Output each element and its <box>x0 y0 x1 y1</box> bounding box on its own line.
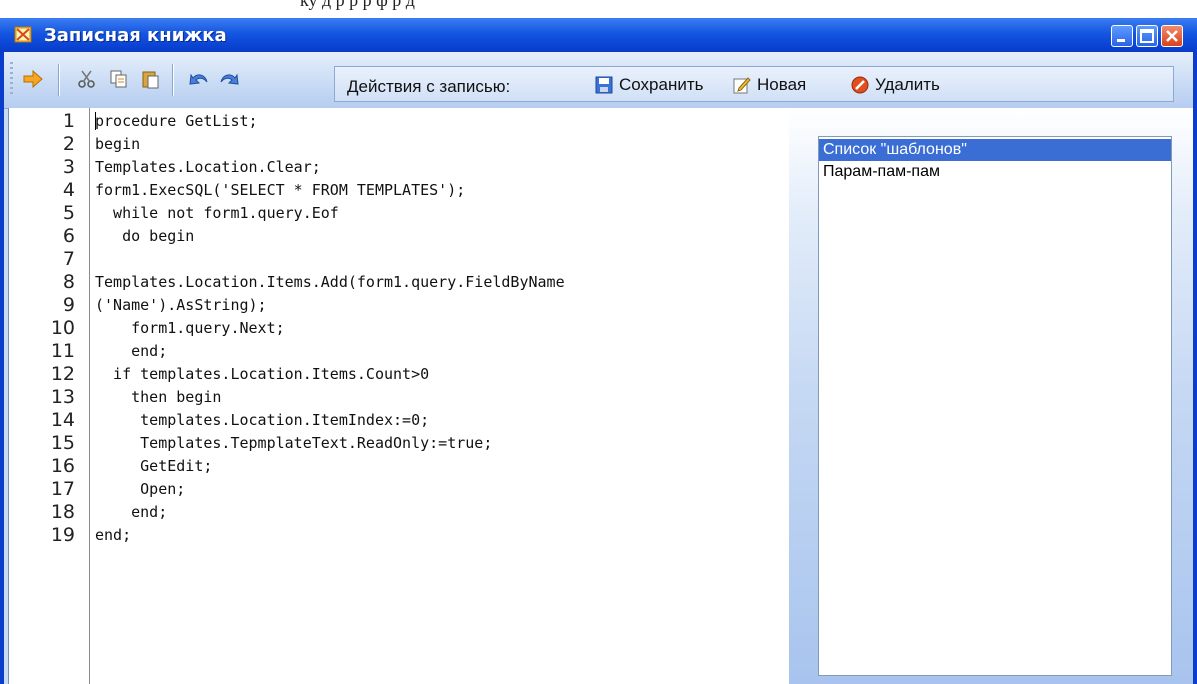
line-number: 8 <box>62 271 75 293</box>
paste-button[interactable] <box>138 66 164 92</box>
code-line: Templates.Location.Items.Add(form1.query… <box>95 273 565 291</box>
line-number: 6 <box>62 225 75 247</box>
code-editor[interactable]: 1 2 3 4 5 6 7 8 9 10 11 12 13 14 15 16 1… <box>8 108 790 684</box>
line-number: 19 <box>50 524 75 546</box>
copy-icon <box>110 70 127 88</box>
code-line: ('Name').AsString); <box>95 296 267 314</box>
line-number: 12 <box>50 363 75 385</box>
save-icon <box>595 76 613 94</box>
new-label: Новая <box>757 75 807 94</box>
line-number: 4 <box>62 179 75 201</box>
paste-icon <box>142 71 159 89</box>
code-line: end; <box>95 342 168 360</box>
undo-icon <box>189 73 208 85</box>
code-line: Templates.Location.Clear; <box>95 158 321 176</box>
code-line: Templates.TepmplateText.ReadOnly:=true; <box>95 434 493 452</box>
template-list-pane: Список "шаблонов" Парам-пам-пам <box>789 108 1193 684</box>
toolbar-grip[interactable] <box>10 62 13 96</box>
code-line: form1.query.Next; <box>95 319 285 337</box>
window-title: Записная книжка <box>44 25 227 46</box>
line-number: 7 <box>62 248 75 270</box>
toolbar-separator <box>172 64 174 96</box>
code-line: form1.ExecSQL('SELECT * FROM TEMPLATES')… <box>95 181 466 199</box>
code-line: end; <box>95 526 132 544</box>
notebook-window: Записная книжка Действия с записью: Сохр… <box>0 18 1197 684</box>
maximize-button[interactable] <box>1136 25 1158 47</box>
new-note-icon <box>733 77 751 94</box>
template-listbox[interactable]: Список "шаблонов" Парам-пам-пам <box>818 136 1172 676</box>
code-line: do begin <box>95 227 195 245</box>
document-caption-fragment: ку д р р р ф р д <box>0 0 1197 18</box>
save-label: Сохранить <box>619 75 704 94</box>
cut-icon <box>78 70 95 88</box>
code-line: Open; <box>95 480 186 498</box>
code-line: procedure GetList; <box>95 112 258 130</box>
redo-button[interactable] <box>216 66 242 92</box>
line-number: 1 <box>62 110 75 132</box>
cut-button[interactable] <box>74 66 100 92</box>
line-number: 15 <box>50 432 75 454</box>
code-line: GetEdit; <box>95 457 213 475</box>
delete-label: Удалить <box>875 75 940 94</box>
app-icon <box>14 26 32 43</box>
line-number: 13 <box>50 386 75 408</box>
line-number: 5 <box>62 202 75 224</box>
line-number-gutter: 1 2 3 4 5 6 7 8 9 10 11 12 13 14 15 16 1… <box>9 108 90 684</box>
close-button[interactable] <box>1161 25 1183 47</box>
line-number: 14 <box>50 409 75 431</box>
code-line: if templates.Location.Items.Count>0 <box>95 365 430 383</box>
code-line: while not form1.query.Eof <box>95 204 339 222</box>
save-button[interactable]: Сохранить <box>595 73 703 97</box>
line-number: 18 <box>50 501 75 523</box>
close-icon <box>1166 30 1178 42</box>
code-line: then begin <box>95 388 222 406</box>
arrow-right-button[interactable] <box>20 66 46 92</box>
line-number: 2 <box>62 133 75 155</box>
list-item[interactable]: Список "шаблонов" <box>819 139 1171 161</box>
maximize-icon <box>1140 29 1154 43</box>
line-number: 9 <box>62 294 75 316</box>
title-bar[interactable]: Записная книжка <box>0 18 1197 52</box>
code-line: end; <box>95 503 168 521</box>
arrow-right-icon <box>23 69 43 89</box>
copy-button[interactable] <box>106 66 132 92</box>
toolbar: Действия с записью: Сохранить Новая Удал… <box>4 52 1193 109</box>
delete-icon <box>851 76 869 94</box>
minimize-icon <box>1117 39 1125 42</box>
code-line: templates.Location.ItemIndex:=0; <box>95 411 430 429</box>
line-number: 17 <box>50 478 75 500</box>
window-client-area: Действия с записью: Сохранить Новая Удал… <box>4 52 1193 684</box>
undo-button[interactable] <box>186 66 212 92</box>
caption-text: ку д р р р ф р д <box>300 0 415 10</box>
record-actions-label: Действия с записью: <box>347 77 511 96</box>
code-line: begin <box>95 135 141 153</box>
line-number: 11 <box>50 340 75 362</box>
new-button[interactable]: Новая <box>733 73 806 97</box>
toolbar-separator <box>58 64 60 96</box>
line-number: 3 <box>62 156 75 178</box>
line-number: 10 <box>50 317 75 339</box>
list-item[interactable]: Парам-пам-пам <box>819 161 1171 183</box>
line-number: 16 <box>50 455 75 477</box>
record-actions-panel: Действия с записью: Сохранить Новая Удал… <box>334 66 1174 102</box>
delete-button[interactable]: Удалить <box>851 73 940 97</box>
minimize-button[interactable] <box>1111 25 1133 47</box>
redo-icon <box>220 73 239 85</box>
